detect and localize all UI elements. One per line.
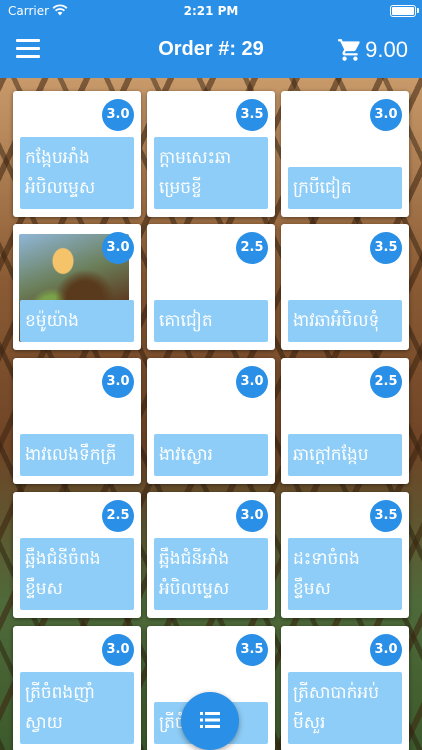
menu-item-name: ក្តាមសេះឆាម្រេចខ្ចី xyxy=(154,137,268,209)
menu-item-name: កង្កែបអាំងអំបិលម្ទេស xyxy=(20,137,134,209)
menu-item-name: ឆ្អឹងជំនីចំពងខ្ទឹមស xyxy=(20,538,134,610)
menu-item-card[interactable]: ងាវស្ងោរ 3.0 xyxy=(147,358,275,484)
app-bar: Order #: 29 9.00 xyxy=(0,22,422,78)
menu-item-card[interactable]: ក្របីជៀត 3.0 xyxy=(281,91,409,217)
menu-item-name: ក្របីជៀត xyxy=(288,167,402,209)
menu-item-name: គោជៀត xyxy=(154,300,268,342)
menu-item-card[interactable]: គោជៀត 2.5 xyxy=(147,224,275,350)
menu-item-card[interactable]: ត្រីចំពងញាំស្វាយ 3.0 xyxy=(13,626,141,750)
cart-total: 9.00 xyxy=(365,37,408,62)
price-badge: 3.0 xyxy=(236,366,268,398)
menu-item-name: ឆ្អឹងជំនីអាំងអំបិលម្ទេស xyxy=(154,538,268,610)
menu-item-name: ងាវស្ងោរ xyxy=(154,434,268,476)
menu-item-card[interactable]: ឆាក្តៅកង្កែប 2.5 xyxy=(281,358,409,484)
shopping-cart-icon xyxy=(338,39,360,61)
price-badge: 3.0 xyxy=(370,634,402,666)
menu-grid: កង្កែបអាំងអំបិលម្ទេស 3.0 ក្តាមសេះឆាម្រេចខ្… xyxy=(0,78,422,750)
menu-item-card[interactable]: ឆ្អឹងជំនីអាំងអំបិលម្ទេស 3.0 xyxy=(147,492,275,618)
menu-item-name: ឆាក្តៅកង្កែប xyxy=(288,434,402,476)
menu-item-name: ងាវឆាអំបិលទុំ xyxy=(288,300,402,342)
menu-item-name: ត្រីចំពងញាំស្វាយ xyxy=(20,672,134,744)
battery-icon xyxy=(390,5,416,17)
menu-item-name: ខម៉ូយ៉ាង xyxy=(20,300,134,342)
menu-item-name: ត្រីសាបាក់អប់មីសួរ xyxy=(288,672,402,744)
price-badge: 2.5 xyxy=(236,232,268,264)
status-time: 2:21 PM xyxy=(183,4,239,18)
price-badge: 3.0 xyxy=(236,500,268,532)
price-badge: 3.5 xyxy=(370,500,402,532)
status-bar: Carrier 2:21 PM xyxy=(0,0,422,22)
price-badge: 3.5 xyxy=(236,99,268,131)
price-badge: 3.0 xyxy=(102,634,134,666)
price-badge: 2.5 xyxy=(102,500,134,532)
menu-item-card[interactable]: ងាវលេងទឹកត្រី 3.0 xyxy=(13,358,141,484)
list-fab-button[interactable] xyxy=(181,692,239,750)
battery-tip xyxy=(417,8,419,13)
menu-item-card[interactable]: ងាវឆាអំបិលទុំ 3.5 xyxy=(281,224,409,350)
price-badge: 2.5 xyxy=(370,366,402,398)
menu-item-card[interactable]: ត្រីសាបាក់អប់មីសួរ 3.0 xyxy=(281,626,409,750)
menu-item-card[interactable]: កង្កែបអាំងអំបិលម្ទេស 3.0 xyxy=(13,91,141,217)
price-badge: 3.0 xyxy=(102,99,134,131)
list-icon xyxy=(200,712,220,728)
price-badge: 3.5 xyxy=(236,634,268,666)
menu-item-card[interactable]: ខម៉ូយ៉ាង 3.0 xyxy=(13,224,141,350)
menu-item-name: ដះទាចំពងខ្ទឹមស xyxy=(288,538,402,610)
menu-item-card[interactable]: ដះទាចំពងខ្ទឹមស 3.5 xyxy=(281,492,409,618)
menu-item-card[interactable]: ក្តាមសេះឆាម្រេចខ្ចី 3.5 xyxy=(147,91,275,217)
price-badge: 3.0 xyxy=(102,366,134,398)
cart-button[interactable]: 9.00 xyxy=(337,34,408,66)
menu-item-card[interactable]: ឆ្អឹងជំនីចំពងខ្ទឹមស 2.5 xyxy=(13,492,141,618)
menu-item-name: ងាវលេងទឹកត្រី xyxy=(20,434,134,476)
price-badge: 3.0 xyxy=(370,99,402,131)
price-badge: 3.0 xyxy=(102,232,134,264)
price-badge: 3.5 xyxy=(370,232,402,264)
